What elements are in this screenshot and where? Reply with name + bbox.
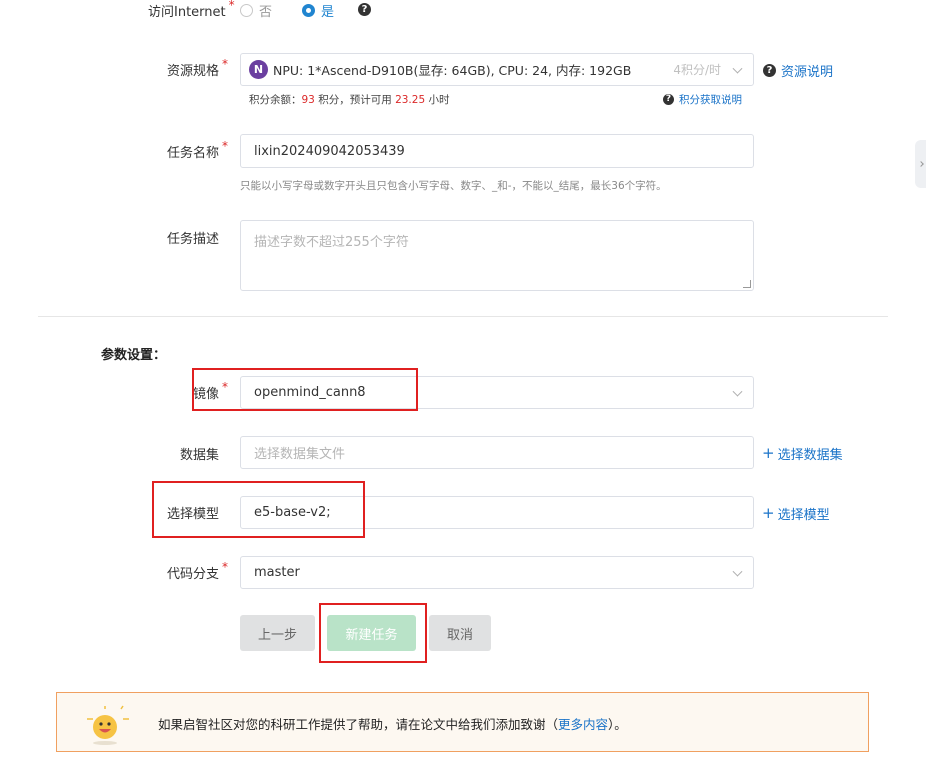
more-content-link[interactable]: 更多内容: [558, 717, 608, 732]
acknowledgement-banner: 如果启智社区对您的科研工作提供了帮助，请在论文中给我们添加致谢（更多内容）。: [56, 692, 869, 752]
question-icon: ?: [663, 94, 674, 105]
add-model-link[interactable]: + 选择模型: [762, 504, 830, 524]
highlight-box-image: [192, 368, 418, 411]
resource-label: 资源规格 *: [167, 57, 229, 79]
dataset-label: 数据集: [180, 448, 220, 463]
dataset-input[interactable]: 选择数据集文件: [240, 436, 754, 469]
smiley-mascot-icon: [85, 703, 131, 747]
question-icon[interactable]: ?: [358, 3, 371, 16]
resource-doc-link[interactable]: ? 资源说明: [763, 61, 833, 80]
branch-select[interactable]: master: [240, 556, 754, 589]
plus-icon: +: [762, 444, 775, 462]
task-desc-label: 任务描述: [167, 232, 220, 247]
task-name-input[interactable]: lixin202409042053439: [240, 134, 754, 168]
chevron-down-icon: [732, 386, 743, 397]
chevron-down-icon: [732, 566, 743, 577]
cancel-button[interactable]: 取消: [429, 615, 491, 651]
params-section-title: 参数设置：: [101, 348, 167, 363]
banner-text: 如果启智社区对您的科研工作提供了帮助，请在论文中给我们添加致谢（更多内容）。: [158, 717, 627, 732]
section-divider: [38, 316, 888, 317]
prev-step-button[interactable]: 上一步: [240, 615, 315, 651]
side-panel-toggle[interactable]: [915, 140, 926, 188]
points-balance: 积分余额：93 积分，预计可用 23.25 小时: [249, 94, 450, 106]
chevron-right-icon: [917, 161, 924, 167]
plus-icon: +: [762, 504, 775, 522]
radio-no[interactable]: [240, 4, 253, 17]
radio-yes[interactable]: [302, 4, 315, 17]
resize-handle-icon[interactable]: [743, 280, 751, 288]
npu-badge-icon: N: [249, 60, 268, 79]
points-earn-link[interactable]: ? 积分获取说明: [663, 92, 742, 107]
highlight-box-create: [319, 603, 427, 663]
question-icon: ?: [763, 64, 776, 77]
task-desc-textarea[interactable]: 描述字数不超过255个字符: [240, 220, 754, 291]
resource-value: NPU: 1*Ascend-D910B(显存: 64GB), CPU: 24, …: [273, 63, 632, 78]
branch-label: 代码分支 *: [167, 560, 229, 582]
internet-option-no[interactable]: 否: [240, 1, 272, 20]
highlight-box-model: [152, 481, 365, 538]
resource-select[interactable]: N NPU: 1*Ascend-D910B(显存: 64GB), CPU: 24…: [240, 53, 754, 86]
add-dataset-link[interactable]: + 选择数据集: [762, 444, 843, 464]
internet-option-yes[interactable]: 是: [302, 1, 334, 20]
resource-price: 4积分/时: [673, 63, 721, 77]
internet-label: 访问Internet *: [148, 0, 235, 20]
chevron-down-icon: [732, 63, 743, 74]
task-name-label: 任务名称 *: [167, 139, 229, 161]
task-name-hint: 只能以小写字母或数字开头且只包含小写字母、数字、_和-，不能以_结尾，最长36个…: [240, 180, 667, 192]
